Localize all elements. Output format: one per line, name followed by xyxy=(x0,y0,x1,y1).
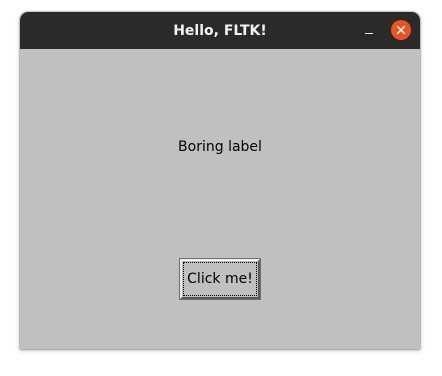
close-button[interactable] xyxy=(391,20,411,40)
minimize-icon xyxy=(365,33,373,34)
close-icon xyxy=(396,25,406,35)
click-me-button-label: Click me! xyxy=(187,271,253,287)
click-me-button[interactable]: Click me! xyxy=(179,258,261,300)
minimize-button[interactable] xyxy=(360,21,378,39)
title-bar[interactable]: Hello, FLTK! xyxy=(20,12,420,49)
app-window: Hello, FLTK! Boring label Click me! xyxy=(20,12,420,349)
boring-label: Boring label xyxy=(178,139,262,155)
window-client-area: Boring label Click me! xyxy=(20,49,420,349)
